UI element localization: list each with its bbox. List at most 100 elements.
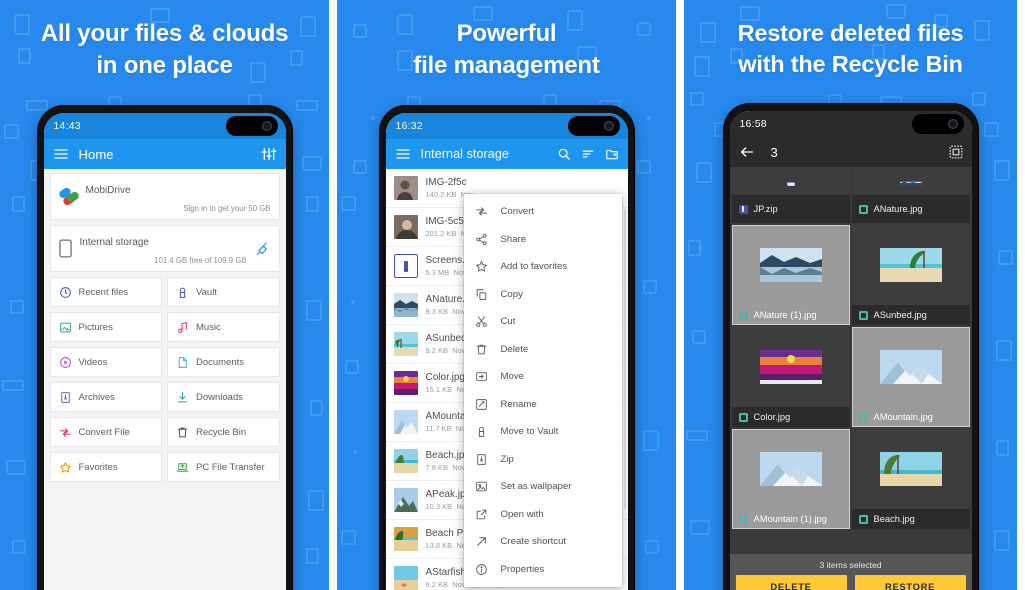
clock-icon [59,286,72,299]
grid-tile-anature[interactable]: ANature.jpg [851,195,970,223]
star-icon [59,461,72,474]
tile-label: ASunbed.jpg [873,310,927,320]
grid-tile-amountain-1[interactable]: AMountain (1).jpg [731,429,850,529]
grid-tile-asunbed[interactable]: ASunbed.jpg [851,225,970,325]
image-checkbox-icon[interactable] [738,514,748,524]
image-checkbox-icon[interactable] [858,204,868,214]
sort-icon[interactable] [581,147,595,161]
menu-item-add-to-favorites[interactable]: Add to favorites [464,253,622,281]
wallpaper-icon [475,480,488,493]
menu-item-properties[interactable]: Properties [464,556,622,584]
grid-tile-beach[interactable]: Beach.jpg [851,429,970,529]
menu-item-copy[interactable]: Copy [464,281,622,309]
file-size: 7.8 KB [425,463,449,472]
music-note-icon [176,321,189,334]
shortcut-label: Archives [78,391,115,403]
file-size: 11.7 KB [425,424,452,433]
shortcut-recycle-bin[interactable]: Recycle Bin [167,417,280,447]
context-menu: Convert Share Add to favorites Copy Cut … [463,194,622,587]
menu-item-move-to-vault[interactable]: Move to Vault [464,418,622,446]
grid-tile-jp-zip[interactable]: JP.zip [731,195,850,223]
grid-tile-color[interactable]: Color.jpg [731,327,850,427]
camera-cutout [567,116,620,136]
panel-3-headline: Restore deleted files with the Recycle B… [684,0,1017,81]
file-size: 201.2 KB [425,229,457,238]
menu-item-convert[interactable]: Convert [464,198,622,226]
menu-item-set-as-wallpaper[interactable]: Set as wallpaper [464,473,622,501]
image-checkbox-icon[interactable] [858,412,868,422]
scrollbar-thumb[interactable] [623,209,626,509]
file-size: 15.1 KB [425,385,453,394]
file-size: 10.3 KB [425,502,453,511]
broom-icon[interactable] [255,241,271,257]
mobidrive-text: MobiDrive Sign in to get your 50 GB [86,180,271,213]
menu-item-delete[interactable]: Delete [464,336,622,364]
image-checkbox-icon[interactable] [858,514,868,524]
hamburger-icon[interactable] [53,146,69,162]
image-checkbox-icon[interactable] [738,310,748,320]
menu-item-share[interactable]: Share [464,226,622,254]
shortcut-documents[interactable]: Documents [167,347,280,377]
shortcut-archives[interactable]: Archives [49,382,162,412]
shortcut-videos[interactable]: Videos [49,347,162,377]
document-icon [176,356,189,369]
image-checkbox-icon[interactable] [858,310,868,320]
arrow-up-right-icon [475,535,488,548]
menu-item-zip[interactable]: Zip [464,446,622,474]
file-thumbnail [393,566,418,590]
shortcut-music[interactable]: Music [167,312,280,342]
play-circle-icon [59,356,72,369]
grid-tile-amountain[interactable]: AMountain.jpg [851,327,970,427]
image-checkbox-icon[interactable] [738,412,748,422]
panel-1-headline: All your files & clouds in one place [0,0,329,82]
shortcut-label: Documents [196,356,245,368]
phone-mockup-3: 16:58 3 JP.zip ANature.jpg ANature (1).j… [723,104,978,590]
delete-button[interactable]: DELETE [735,575,847,590]
shortcut-label: Convert File [78,426,130,438]
shortcut-label: Pictures [78,321,113,333]
tile-label: ANature (1).jpg [753,310,817,320]
trash-icon [176,426,189,439]
mobidrive-signin-text: Sign in to get your 50 GB [183,204,271,213]
move-icon [475,370,488,383]
new-folder-icon[interactable] [605,147,619,161]
shortcut-downloads[interactable]: Downloads [167,382,280,412]
image-icon [59,321,72,334]
menu-item-cut[interactable]: Cut [464,308,622,336]
star-icon [475,260,488,273]
back-arrow-icon[interactable] [739,144,755,160]
tile-preview [852,327,970,407]
shortcut-vault[interactable]: Vault [167,277,280,307]
shortcut-convert-file[interactable]: Convert File [49,417,162,447]
grid-tile-anature-1[interactable]: ANature (1).jpg [731,225,850,325]
shortcut-pc-file-transfer[interactable]: PC File Transfer [167,452,280,482]
menu-item-move[interactable]: Move [464,363,622,391]
select-all-icon[interactable] [949,145,963,159]
tile-label-row: ANature (1).jpg [732,305,850,325]
shortcut-favorites[interactable]: Favorites [49,452,162,482]
menu-item-create-shortcut[interactable]: Create shortcut [464,528,622,556]
file-size: 6.2 KB [425,580,449,589]
search-icon[interactable] [557,147,571,161]
grid-tile[interactable] [851,167,970,193]
grid-tile[interactable] [731,167,850,193]
shortcut-pictures[interactable]: Pictures [49,312,162,342]
selected-count-title: 3 [770,144,778,160]
headline-line-2: in one place [96,52,233,80]
convert-icon [59,426,72,439]
menu-item-rename[interactable]: Rename [464,391,622,419]
shortcut-recent-files[interactable]: Recent files [49,277,162,307]
menu-item-open-with[interactable]: Open with [464,501,622,529]
tune-icon[interactable] [261,146,277,162]
hamburger-icon[interactable] [395,146,411,162]
zip-checkbox-icon[interactable] [738,204,748,214]
zip-file-icon [393,254,418,278]
app-bar-2: Internal storage [385,139,628,169]
restore-button[interactable]: RESTORE [854,575,966,590]
phone-mockup-1: 14:43 Home MobiDrive Sign in to get your… [37,106,292,590]
promo-panel-1: All your files & clouds in one place 14:… [0,0,329,590]
mobidrive-card[interactable]: MobiDrive Sign in to get your 50 GB [49,173,280,220]
internal-storage-card[interactable]: Internal storage 101.4 GB free of 109.9 … [49,225,280,272]
shortcut-label: Recycle Bin [196,426,247,438]
status-time: 14:43 [53,120,81,132]
